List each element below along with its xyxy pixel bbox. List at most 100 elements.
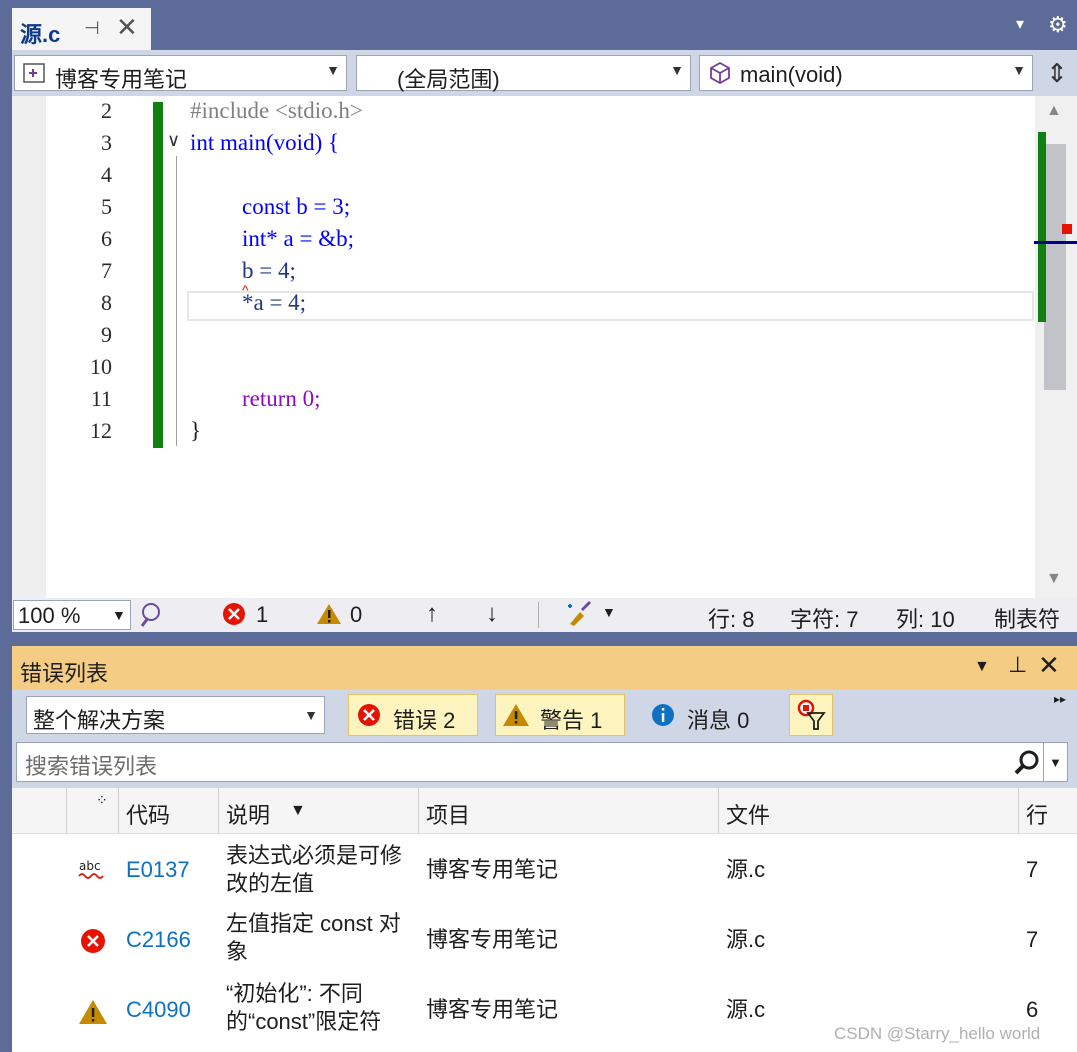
code-line: int main(void) {	[190, 130, 340, 155]
column-indicator[interactable]: 列: 10	[896, 602, 955, 634]
sort-descending-icon[interactable]: ▼	[290, 802, 306, 820]
chevron-down-icon[interactable]: ▼	[974, 658, 990, 676]
error-project: 博客专用笔记	[426, 857, 559, 882]
code-cleanup-icon[interactable]	[566, 600, 594, 628]
column-separator	[66, 788, 67, 834]
code-line: b = 4;	[242, 258, 296, 283]
panel-title: 错误列表	[20, 661, 109, 686]
zoom-dropdown[interactable]: 100 % ▼	[13, 600, 131, 630]
tab-source-file[interactable]: 源.c ⊣ ✕	[12, 8, 151, 50]
indicator-margin	[12, 96, 46, 598]
error-project: 博客专用笔记	[426, 997, 559, 1022]
member-dropdown[interactable]: main(void) ▼	[699, 55, 1033, 91]
scroll-up-icon[interactable]: ▲	[1046, 102, 1062, 120]
scrollbar-change-marker	[1038, 132, 1046, 322]
line-number: 5	[101, 194, 112, 219]
close-icon[interactable]: ✕	[1038, 650, 1060, 681]
messages-filter-label: 消息 0	[687, 708, 750, 733]
line-indicator[interactable]: 行: 8	[708, 602, 754, 634]
health-icon[interactable]	[138, 602, 162, 628]
column-header-description[interactable]: 说明	[226, 798, 270, 830]
warning-icon[interactable]	[316, 602, 342, 626]
char-indicator[interactable]: 字符: 7	[790, 602, 858, 634]
close-icon[interactable]: ✕	[116, 12, 138, 43]
error-list-panel: 错误列表 ▼ ⊥ ✕ 整个解决方案 ▼ 错误 2 警告 1 消息 0 ▸▸ 搜索…	[12, 646, 1077, 1052]
column-header-file[interactable]: 文件	[726, 798, 770, 830]
next-issue-icon[interactable]: ↓	[486, 600, 498, 628]
table-row[interactable]: C2166 左值指定 const 对 象 博客专用笔记 源.c 7	[12, 906, 1077, 976]
search-row: 搜索错误列表 ▼	[12, 740, 1077, 788]
scrollbar-caret-marker	[1034, 241, 1077, 244]
chevron-down-icon: ▼	[326, 62, 340, 78]
cube-icon	[710, 61, 730, 85]
warning-icon	[79, 1000, 107, 1024]
pin-icon[interactable]: ⊣	[84, 18, 100, 39]
outline-guide	[176, 156, 177, 446]
filter-button[interactable]	[789, 694, 833, 736]
scroll-down-icon[interactable]: ▼	[1046, 570, 1062, 588]
chevron-down-icon: ▼	[112, 607, 126, 623]
scope-filter-dropdown[interactable]: 整个解决方案 ▼	[26, 696, 325, 734]
error-icon	[358, 704, 380, 726]
gear-icon[interactable]: ⚙	[1048, 12, 1068, 38]
collapse-icon[interactable]: ∨	[167, 130, 180, 151]
tab-title: 源.c	[20, 22, 61, 47]
scroll-thumb[interactable]	[1044, 144, 1066, 390]
chevron-down-icon: ▼	[304, 707, 318, 723]
line-number: 12	[90, 418, 112, 443]
error-code[interactable]: E0137	[126, 856, 190, 884]
line-number: 4	[101, 162, 112, 187]
column-separator	[1018, 788, 1019, 834]
tab-mode-indicator[interactable]: 制表符	[994, 602, 1060, 634]
previous-issue-icon[interactable]: ↑	[426, 600, 438, 628]
error-icon[interactable]	[222, 602, 246, 626]
scope-dropdown[interactable]: (全局范围) ▼	[356, 55, 691, 92]
line-number: 6	[101, 226, 112, 251]
column-chooser-icon[interactable]: ⁘	[96, 792, 108, 809]
scope-name: (全局范围)	[397, 67, 500, 92]
column-header-line[interactable]: 行	[1026, 798, 1048, 830]
messages-filter-button[interactable]: 消息 0	[642, 694, 772, 736]
error-description: 改的左值	[226, 871, 315, 896]
errors-filter-label: 错误 2	[393, 708, 456, 733]
search-icon[interactable]	[1013, 749, 1041, 777]
error-code[interactable]: C2166	[126, 926, 191, 954]
chevron-down-icon[interactable]: ▼	[1049, 755, 1062, 770]
error-line: 7	[1026, 927, 1039, 952]
search-placeholder: 搜索错误列表	[25, 754, 158, 779]
error-description: “初始化”: 不同	[226, 981, 363, 1006]
code-line: return 0;	[242, 386, 321, 411]
error-count[interactable]: 1	[256, 602, 268, 628]
overflow-icon[interactable]: ▸▸	[1054, 692, 1066, 706]
error-code[interactable]: C4090	[126, 996, 191, 1024]
error-project: 博客专用笔记	[426, 927, 559, 952]
warnings-filter-button[interactable]: 警告 1	[495, 694, 625, 736]
split-window-button[interactable]: ⇕	[1042, 58, 1072, 90]
column-separator	[218, 788, 219, 834]
zoom-level: 100 %	[18, 603, 81, 628]
column-separator	[118, 788, 119, 834]
column-header-code[interactable]: 代码	[126, 798, 170, 830]
error-file: 源.c	[726, 927, 766, 952]
code-editor[interactable]: ∨ 2 3 4 5 6 7 8 9 10 11 12 #include <std…	[12, 96, 1077, 598]
error-icon	[81, 929, 105, 953]
filter-icon	[797, 699, 826, 730]
error-list-toolbar: 整个解决方案 ▼ 错误 2 警告 1 消息 0 ▸▸	[12, 690, 1077, 740]
pin-icon[interactable]: ⊥	[1008, 652, 1027, 678]
project-dropdown[interactable]: 博客专用笔记 ▼	[14, 55, 347, 92]
search-input[interactable]: 搜索错误列表 ▼	[16, 742, 1068, 782]
code-line: const b = 3;	[242, 194, 351, 219]
project-icon	[23, 63, 45, 83]
chevron-down-icon[interactable]: ▾	[1016, 14, 1024, 34]
chevron-down-icon: ▼	[1012, 62, 1026, 78]
error-description: 表达式必须是可修	[226, 843, 403, 868]
chevron-down-icon[interactable]: ▼	[602, 604, 616, 620]
column-header-project[interactable]: 项目	[426, 798, 470, 830]
current-line-highlight	[187, 291, 1034, 321]
warning-count[interactable]: 0	[350, 602, 362, 628]
errors-filter-button[interactable]: 错误 2	[348, 694, 478, 736]
watermark: CSDN @Starry_hello world	[834, 1024, 1041, 1043]
table-row[interactable]: abc E0137 表达式必须是可修 改的左值 博客专用笔记 源.c 7	[12, 836, 1077, 906]
separator	[1043, 743, 1044, 781]
line-number: 2	[101, 98, 112, 123]
